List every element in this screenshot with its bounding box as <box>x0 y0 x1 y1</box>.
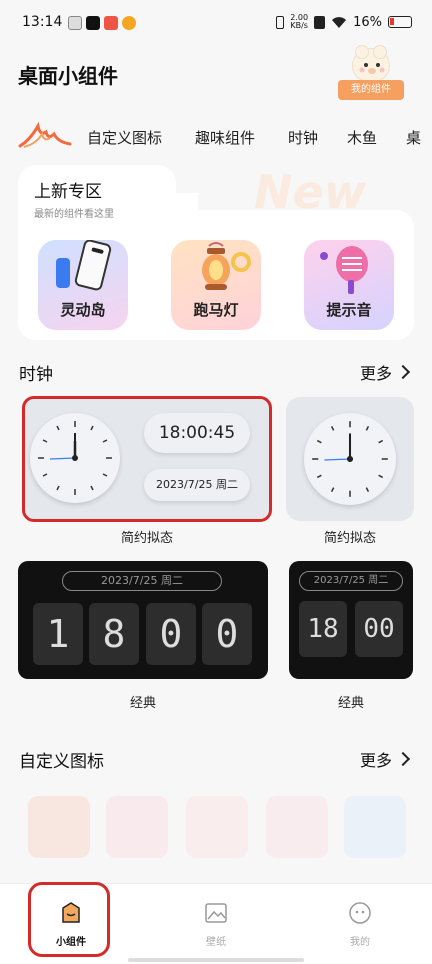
new-watermark: New <box>254 165 367 219</box>
custom-icon-alarm-clock[interactable] <box>186 796 248 858</box>
new-item-label: 提示音 <box>326 301 372 319</box>
system-status: 2.00 KB/s 16% <box>276 14 412 30</box>
home-indicator <box>128 958 304 962</box>
nav-label: 我的 <box>350 937 370 948</box>
battery-icon <box>388 16 412 28</box>
clock-more-link[interactable]: 更多 <box>359 360 411 384</box>
classic-clock-widget-small[interactable]: 2023/7/25 周二 18 00 <box>289 561 413 679</box>
tab-fun-widgets[interactable]: 趣味组件 <box>195 127 255 148</box>
flip-digit: 1 <box>33 603 83 665</box>
new-zone-card: New 上新专区 最新的组件看这里 灵动岛 跑马灯 提示音 <box>18 165 414 340</box>
nav-selection-highlight <box>28 882 110 957</box>
bear-mascot-icon <box>352 45 390 82</box>
new-item-notification-sound[interactable]: 提示音 <box>304 240 394 330</box>
classic-date-pill: 2023/7/25 周二 <box>299 571 403 591</box>
icon-section-title: 自定义图标 <box>19 752 104 772</box>
microphone-icon <box>320 246 368 294</box>
classic-clock-caption-small: 经典 <box>337 696 364 711</box>
nav-profile[interactable]: 我的 <box>325 902 395 948</box>
status-time: 13:14 <box>22 14 63 30</box>
chevron-right-icon <box>395 364 411 380</box>
flame-logo-icon <box>18 121 72 148</box>
custom-icon-music-cat[interactable] <box>266 796 328 858</box>
custom-icon-reading-fox[interactable] <box>28 796 90 858</box>
app-notification-icon <box>104 16 118 30</box>
net-speed: 2.00 KB/s <box>290 13 309 30</box>
profile-nav-icon <box>349 902 371 924</box>
flip-digit: 0 <box>202 603 252 665</box>
flip-digit: 00 <box>355 601 403 657</box>
tab-featured[interactable] <box>16 120 72 150</box>
tab-desktop-partial[interactable]: 桌 <box>406 127 421 148</box>
classic-clock-caption: 经典 <box>129 696 156 711</box>
classic-clock-widget-wide[interactable]: 2023/7/25 周二 1 8 0 0 <box>18 561 268 679</box>
calendar-notification-icon <box>68 16 82 30</box>
tab-muyu[interactable]: 木鱼 <box>347 127 377 148</box>
chevron-right-icon <box>395 751 411 767</box>
minimal-clock-caption: 简约拟态 <box>120 531 173 546</box>
clock-section-title: 时钟 <box>19 365 53 385</box>
status-bar: 13:14 2.00 KB/s 16% <box>0 0 432 50</box>
nav-wallpaper[interactable]: 壁纸 <box>181 902 251 948</box>
more-label: 更多 <box>359 751 392 770</box>
tiktok-notification-icon <box>86 16 100 30</box>
tab-clock[interactable]: 时钟 <box>288 127 318 148</box>
flip-digit: 0 <box>146 603 196 665</box>
custom-icon-pen-cat[interactable] <box>106 796 168 858</box>
new-item-label: 跑马灯 <box>193 301 239 319</box>
tab-custom-icons[interactable]: 自定义图标 <box>87 127 162 148</box>
new-zone-subtitle: 最新的组件看这里 <box>34 209 114 220</box>
flip-digit: 18 <box>299 601 347 657</box>
wallpaper-nav-icon <box>205 903 227 923</box>
nav-label: 壁纸 <box>206 937 226 948</box>
notification-icons <box>68 16 136 30</box>
analog-clock-face <box>304 413 396 505</box>
minimal-clock-widget-small[interactable] <box>286 397 414 521</box>
my-widgets-label: 我的组件 <box>338 80 404 100</box>
new-item-marquee[interactable]: 跑马灯 <box>171 240 261 330</box>
new-zone-title: 上新专区 <box>34 182 102 202</box>
minimal-clock-caption-small: 简约拟态 <box>323 531 376 546</box>
icon-more-link[interactable]: 更多 <box>359 747 411 771</box>
weibo-notification-icon <box>122 16 136 30</box>
phone-icon <box>56 240 112 291</box>
my-widgets-button[interactable]: 我的组件 <box>338 45 404 102</box>
vibrate-icon <box>276 15 285 29</box>
more-label: 更多 <box>359 364 392 383</box>
battery-percent: 16% <box>353 14 382 30</box>
sim-off-icon <box>314 15 326 29</box>
category-tabs: 自定义图标 趣味组件 时钟 木鱼 桌 <box>0 118 432 154</box>
new-item-dynamic-island[interactable]: 灵动岛 <box>38 240 128 330</box>
lantern-icon <box>202 242 251 290</box>
wifi-icon <box>332 16 347 28</box>
page-title: 桌面小组件 <box>18 64 118 88</box>
new-item-label: 灵动岛 <box>60 301 106 319</box>
selection-highlight <box>22 396 272 522</box>
flip-digit: 8 <box>89 603 139 665</box>
custom-icon-alipay-cat[interactable] <box>344 796 406 858</box>
classic-date-pill: 2023/7/25 周二 <box>62 571 222 591</box>
